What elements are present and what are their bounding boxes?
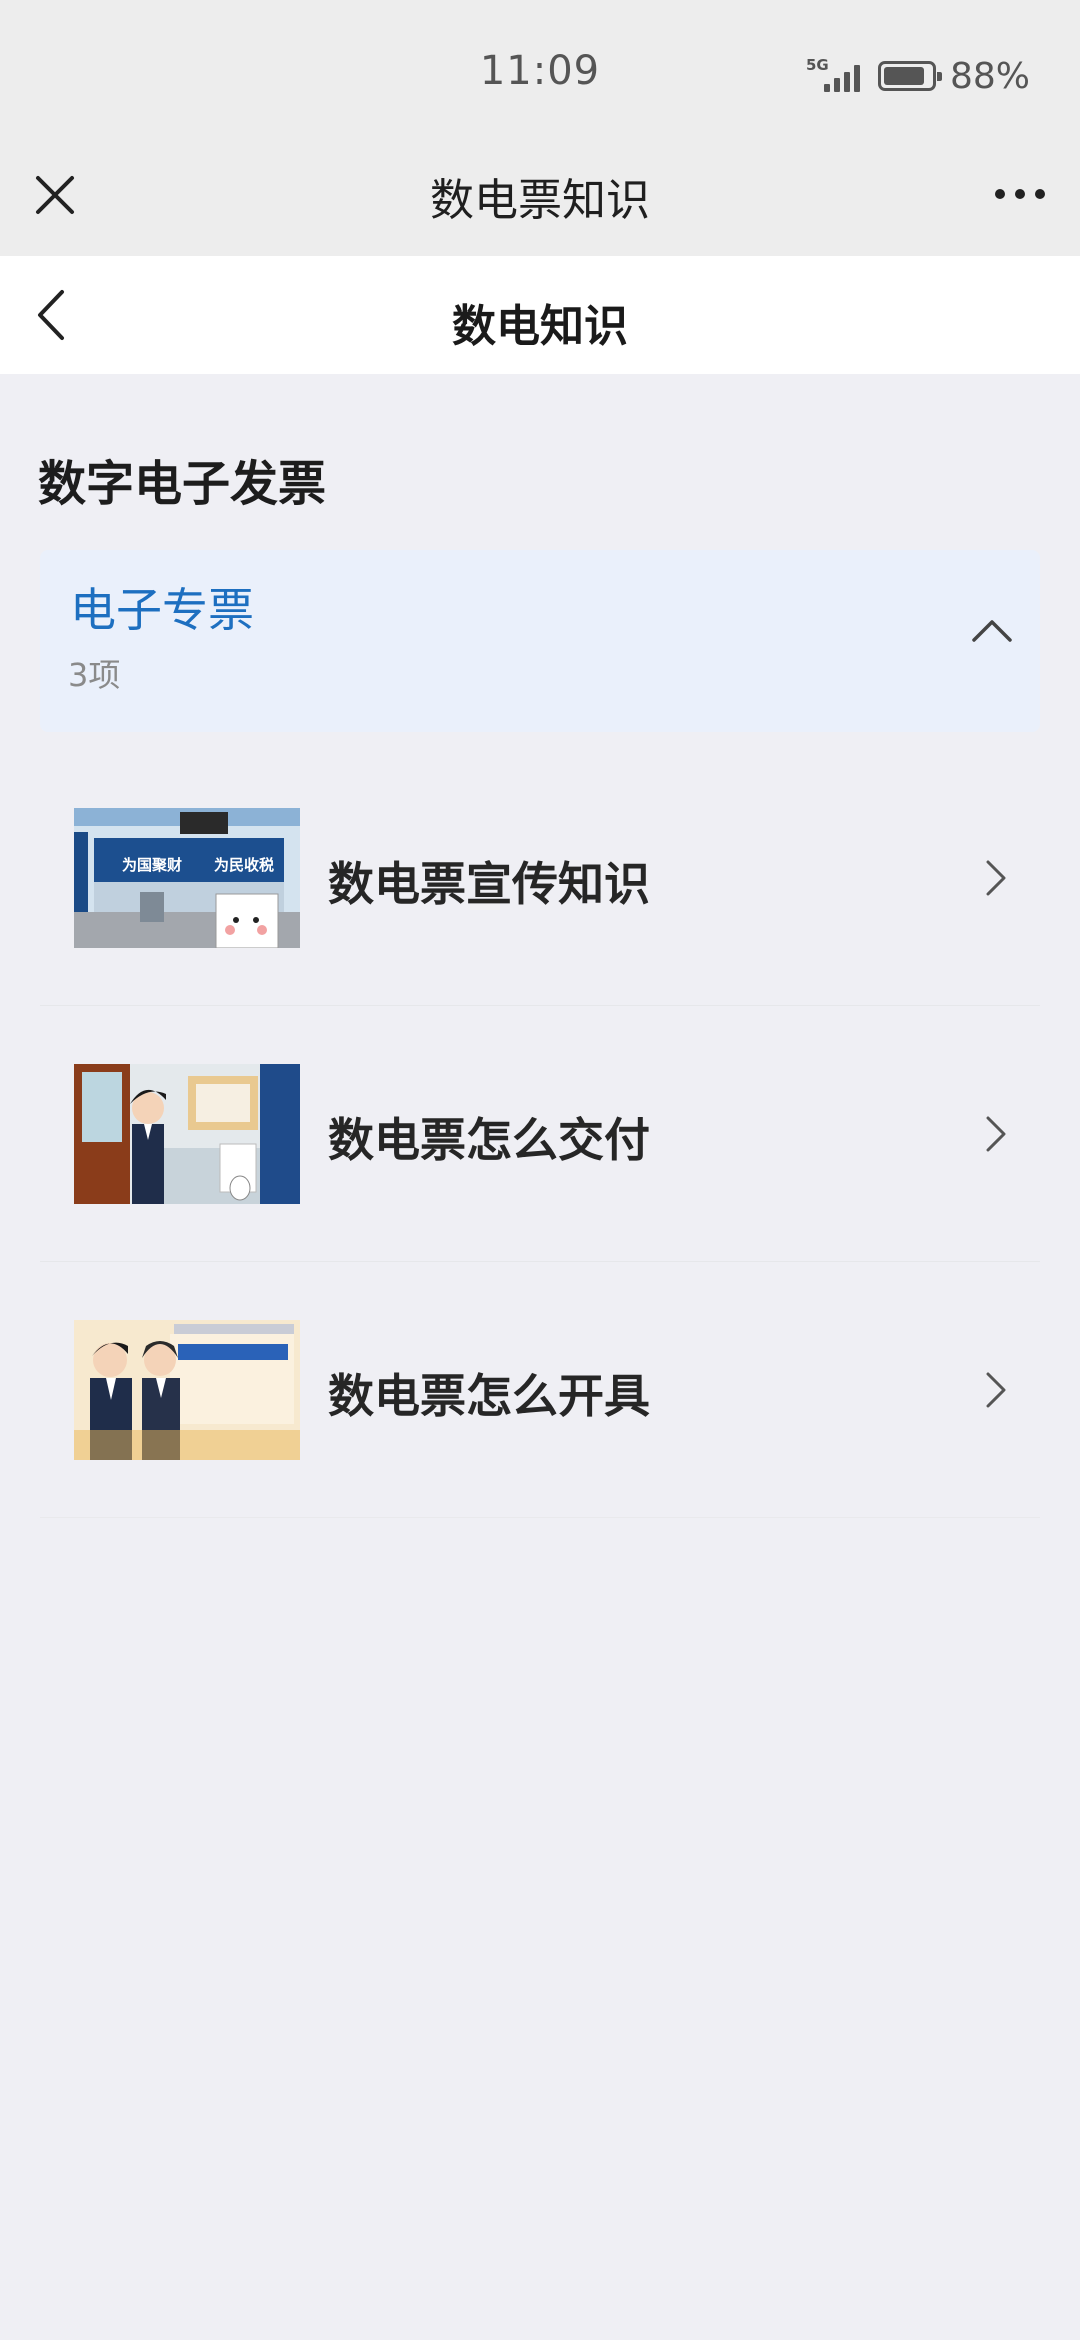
list-item[interactable]: 为国聚财 为民收税 数电票宣传知识 [40, 750, 1040, 1006]
article-list: 为国聚财 为民收税 数电票宣传知识 数电票怎么交付 数电票怎么开具 [40, 750, 1040, 1518]
page-navbar: 数电知识 [0, 256, 1080, 374]
thumbnail-invoice-issuing [74, 1320, 300, 1460]
battery-percent: 88% [949, 55, 1030, 97]
miniprogram-title: 数电票知识 [430, 175, 650, 226]
status-bar: 11:09 5G 88% [0, 0, 1080, 150]
more-dots-icon[interactable] [990, 174, 1050, 214]
chevron-up-icon[interactable] [962, 606, 1022, 656]
list-item[interactable]: 数电票怎么交付 [40, 1006, 1040, 1262]
chevron-right-icon [986, 860, 1006, 896]
miniprogram-titlebar: 数电票知识 [0, 150, 1080, 256]
thumbnail-tax-hall: 为国聚财 为民收税 [74, 808, 300, 948]
item-title: 数电票怎么开具 [328, 1369, 650, 1423]
item-title: 数电票怎么交付 [328, 1113, 650, 1167]
page-title: 数电知识 [452, 301, 628, 352]
item-title: 数电票宣传知识 [328, 857, 650, 911]
section-title: 数字电子发票 [38, 456, 327, 512]
group-header[interactable]: 电子专票 3项 [40, 550, 1040, 732]
list-item[interactable]: 数电票怎么开具 [40, 1262, 1040, 1518]
thumbnail-office-delivery [74, 1064, 300, 1204]
thumb-text-2: 为民收税 [214, 856, 274, 874]
battery-icon [877, 61, 942, 91]
group-count: 3项 [68, 656, 121, 694]
chevron-right-icon [986, 1372, 1006, 1408]
status-indicators: 5G 88% [806, 55, 1030, 97]
group-name: 电子专票 [70, 583, 254, 637]
thumb-text-1: 为国聚财 [122, 856, 182, 874]
chevron-right-icon [986, 1116, 1006, 1152]
signal-icon: 5G [806, 58, 864, 94]
